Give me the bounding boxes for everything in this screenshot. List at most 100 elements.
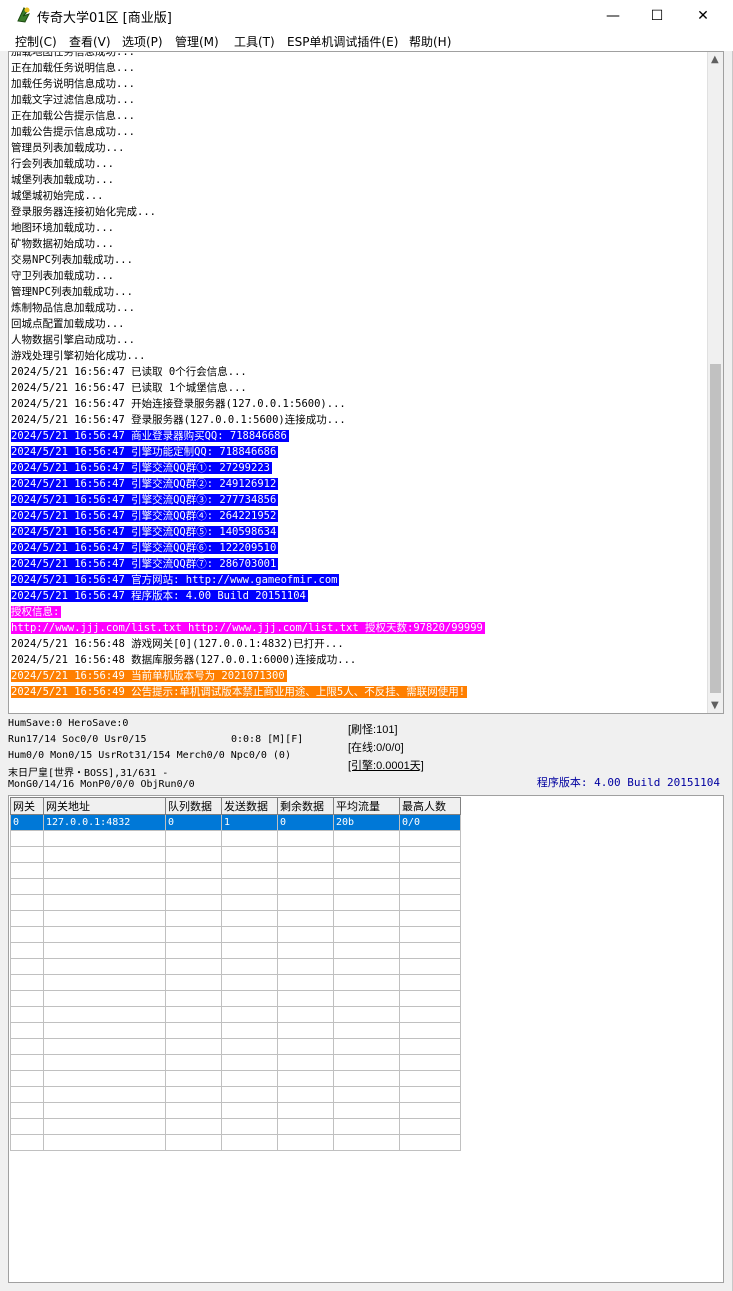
log-panel[interactable]: 加载地图任务信息成功... 正在加载任务说明信息... 加载任务说明信息成功... 加… xyxy=(8,51,724,714)
table-row-empty[interactable] xyxy=(10,1006,461,1023)
table-cell-empty[interactable] xyxy=(333,1054,400,1071)
table-cell-empty[interactable] xyxy=(10,846,44,863)
table-cell-empty[interactable] xyxy=(165,974,222,991)
table-cell-empty[interactable] xyxy=(10,1102,44,1119)
table-cell-empty[interactable] xyxy=(333,958,400,975)
table-cell-empty[interactable] xyxy=(43,846,166,863)
table-cell-empty[interactable] xyxy=(43,1070,166,1087)
table-cell-empty[interactable] xyxy=(43,1134,166,1151)
table-cell-empty[interactable] xyxy=(165,942,222,959)
table-cell-empty[interactable] xyxy=(399,1134,461,1151)
table-cell-empty[interactable] xyxy=(277,1054,334,1071)
table-cell-empty[interactable] xyxy=(43,894,166,911)
table-cell-empty[interactable] xyxy=(277,1070,334,1087)
table-row-empty[interactable] xyxy=(10,926,461,943)
table-cell-empty[interactable] xyxy=(221,1070,278,1087)
table-cell-empty[interactable] xyxy=(43,1086,166,1103)
table-cell-empty[interactable] xyxy=(165,830,222,847)
table-cell-empty[interactable] xyxy=(277,942,334,959)
table-cell-empty[interactable] xyxy=(399,862,461,879)
table-cell-empty[interactable] xyxy=(165,910,222,927)
table-cell-empty[interactable] xyxy=(10,1070,44,1087)
table-row-empty[interactable] xyxy=(10,1022,461,1039)
table-cell-empty[interactable] xyxy=(277,958,334,975)
table-cell-empty[interactable] xyxy=(221,1038,278,1055)
table-cell-empty[interactable] xyxy=(221,1086,278,1103)
table-cell-empty[interactable] xyxy=(43,1102,166,1119)
close-button[interactable]: ✕ xyxy=(680,0,726,31)
table-cell-empty[interactable] xyxy=(277,910,334,927)
table-row-empty[interactable] xyxy=(10,1102,461,1119)
table-cell-empty[interactable] xyxy=(399,926,461,943)
table-cell-empty[interactable] xyxy=(10,990,44,1007)
table-cell-empty[interactable] xyxy=(43,990,166,1007)
table-cell-empty[interactable] xyxy=(165,862,222,879)
table-cell-empty[interactable] xyxy=(165,1054,222,1071)
table-row-empty[interactable] xyxy=(10,1070,461,1087)
table-cell-empty[interactable] xyxy=(221,862,278,879)
table-cell-empty[interactable] xyxy=(333,1022,400,1039)
col-avg-traffic[interactable]: 平均流量 xyxy=(333,797,400,815)
table-cell[interactable]: 20b xyxy=(333,814,400,831)
menu-help[interactable]: 帮助(H) xyxy=(409,33,451,50)
table-cell-empty[interactable] xyxy=(399,1006,461,1023)
table-cell-empty[interactable] xyxy=(277,830,334,847)
table-cell-empty[interactable] xyxy=(399,1086,461,1103)
table-cell-empty[interactable] xyxy=(43,1054,166,1071)
table-row-empty[interactable] xyxy=(10,990,461,1007)
table-cell-empty[interactable] xyxy=(10,1022,44,1039)
table-cell-empty[interactable] xyxy=(277,990,334,1007)
table-row-empty[interactable] xyxy=(10,894,461,911)
table-cell-empty[interactable] xyxy=(333,1006,400,1023)
maximize-button[interactable]: ☐ xyxy=(634,0,680,31)
table-cell-empty[interactable] xyxy=(10,974,44,991)
table-cell-empty[interactable] xyxy=(399,910,461,927)
table-cell-empty[interactable] xyxy=(10,862,44,879)
table-cell-empty[interactable] xyxy=(399,1102,461,1119)
table-cell-empty[interactable] xyxy=(333,1102,400,1119)
table-cell-empty[interactable] xyxy=(165,846,222,863)
table-cell-empty[interactable] xyxy=(399,1070,461,1087)
table-cell-empty[interactable] xyxy=(277,1102,334,1119)
table-cell-empty[interactable] xyxy=(277,846,334,863)
table-cell-empty[interactable] xyxy=(43,1118,166,1135)
table-cell-empty[interactable] xyxy=(43,830,166,847)
table-cell-empty[interactable] xyxy=(277,974,334,991)
gateway-grid[interactable]: 网关 网关地址 队列数据 发送数据 剩余数据 平均流量 最高人数 0 127.0.… xyxy=(8,795,724,1283)
table-row-empty[interactable] xyxy=(10,1086,461,1103)
table-cell[interactable]: 1 xyxy=(221,814,278,831)
table-cell-empty[interactable] xyxy=(165,894,222,911)
table-cell-empty[interactable] xyxy=(165,1102,222,1119)
table-cell-empty[interactable] xyxy=(10,894,44,911)
table-cell[interactable]: 0 xyxy=(165,814,222,831)
table-row-empty[interactable] xyxy=(10,1134,461,1151)
table-cell-empty[interactable] xyxy=(10,1038,44,1055)
table-cell-empty[interactable] xyxy=(165,1006,222,1023)
menu-options[interactable]: 选项(P) xyxy=(122,33,163,50)
col-gateway[interactable]: 网关 xyxy=(10,797,44,815)
table-cell-empty[interactable] xyxy=(399,974,461,991)
table-cell-empty[interactable] xyxy=(333,1070,400,1087)
table-cell-empty[interactable] xyxy=(399,1038,461,1055)
table-cell-empty[interactable] xyxy=(221,1022,278,1039)
table-cell-empty[interactable] xyxy=(277,926,334,943)
table-row-empty[interactable] xyxy=(10,974,461,991)
table-cell-empty[interactable] xyxy=(221,910,278,927)
table-cell-empty[interactable] xyxy=(43,942,166,959)
table-cell-empty[interactable] xyxy=(277,862,334,879)
minimize-button[interactable]: — xyxy=(590,0,636,31)
table-cell-empty[interactable] xyxy=(165,1022,222,1039)
table-row-empty[interactable] xyxy=(10,830,461,847)
table-row-empty[interactable] xyxy=(10,958,461,975)
table-cell-empty[interactable] xyxy=(10,1054,44,1071)
table-cell[interactable]: 127.0.0.1:4832 xyxy=(43,814,166,831)
log-scrollbar[interactable]: ▲ ▼ xyxy=(707,52,723,713)
table-cell-empty[interactable] xyxy=(333,990,400,1007)
table-cell-empty[interactable] xyxy=(165,958,222,975)
menu-control[interactable]: 控制(C) xyxy=(15,33,57,50)
table-cell-empty[interactable] xyxy=(277,1022,334,1039)
table-cell-empty[interactable] xyxy=(10,958,44,975)
table-cell-empty[interactable] xyxy=(165,990,222,1007)
table-cell-empty[interactable] xyxy=(221,846,278,863)
table-cell-empty[interactable] xyxy=(333,878,400,895)
